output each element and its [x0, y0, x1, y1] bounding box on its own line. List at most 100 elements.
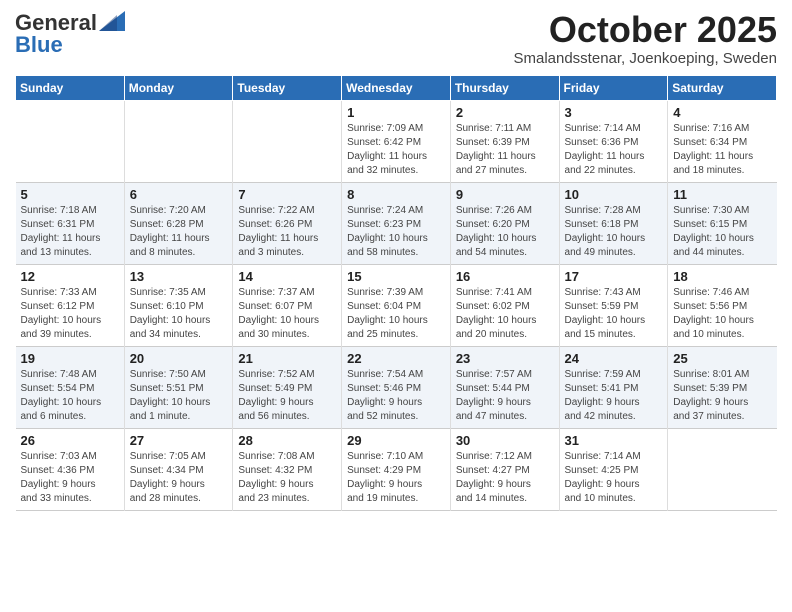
- day-info: Sunrise: 7:08 AM Sunset: 4:32 PM Dayligh…: [238, 450, 336, 506]
- day-number: 18: [673, 269, 771, 284]
- calendar-week-4: 19 Sunrise: 7:48 AM Sunset: 5:54 PM Dayli…: [16, 346, 777, 428]
- calendar-body: 1Sunrise: 7:09 AM Sunset: 6:42 PM Daylig…: [16, 100, 777, 510]
- calendar-week-1: 1Sunrise: 7:09 AM Sunset: 6:42 PM Daylig…: [16, 100, 777, 182]
- day-info: Sunrise: 8:01 AM Sunset: 5:39 PM Dayligh…: [673, 368, 771, 424]
- day-number: 27: [130, 433, 228, 448]
- location: Smalandsstenar, Joenkoeping, Sweden: [513, 50, 777, 67]
- day-number: 16: [456, 269, 554, 284]
- calendar-cell: 22 Sunrise: 7:54 AM Sunset: 5:46 PM Dayli…: [342, 346, 451, 428]
- day-info: Sunrise: 7:33 AM Sunset: 6:12 PM Dayligh…: [21, 286, 119, 342]
- calendar-cell: 3 Sunrise: 7:14 AM Sunset: 6:36 PM Daylig…: [559, 100, 668, 182]
- day-number: 14: [238, 269, 336, 284]
- day-info: Sunrise: 7:43 AM Sunset: 5:59 PM Dayligh…: [565, 286, 663, 342]
- calendar-cell: 9 Sunrise: 7:26 AM Sunset: 6:20 PM Daylig…: [450, 182, 559, 264]
- col-header-thursday: Thursday: [450, 75, 559, 100]
- day-info: Sunrise: 7:05 AM Sunset: 4:34 PM Dayligh…: [130, 450, 228, 506]
- calendar-cell: 29 Sunrise: 7:10 AM Sunset: 4:29 PM Dayli…: [342, 428, 451, 510]
- day-info: Sunrise: 7:59 AM Sunset: 5:41 PM Dayligh…: [565, 368, 663, 424]
- day-number: 2: [456, 105, 554, 120]
- calendar-cell: [668, 428, 777, 510]
- day-number: 12: [21, 269, 119, 284]
- calendar-cell: 8Sunrise: 7:24 AM Sunset: 6:23 PM Daylig…: [342, 182, 451, 264]
- day-number: 7: [238, 187, 336, 202]
- calendar-cell: 28Sunrise: 7:08 AM Sunset: 4:32 PM Dayli…: [233, 428, 342, 510]
- calendar-cell: 1Sunrise: 7:09 AM Sunset: 6:42 PM Daylig…: [342, 100, 451, 182]
- calendar-cell: 4 Sunrise: 7:16 AM Sunset: 6:34 PM Daylig…: [668, 100, 777, 182]
- day-number: 22: [347, 351, 445, 366]
- calendar-cell: 23Sunrise: 7:57 AM Sunset: 5:44 PM Dayli…: [450, 346, 559, 428]
- calendar-cell: 2 Sunrise: 7:11 AM Sunset: 6:39 PM Daylig…: [450, 100, 559, 182]
- calendar-cell: 18Sunrise: 7:46 AM Sunset: 5:56 PM Dayli…: [668, 264, 777, 346]
- calendar-cell: 10 Sunrise: 7:28 AM Sunset: 6:18 PM Dayli…: [559, 182, 668, 264]
- day-number: 25: [673, 351, 771, 366]
- logo-bird-icon: [99, 11, 125, 31]
- day-info: Sunrise: 7:18 AM Sunset: 6:31 PM Dayligh…: [21, 204, 119, 260]
- day-number: 17: [565, 269, 663, 284]
- day-info: Sunrise: 7:26 AM Sunset: 6:20 PM Dayligh…: [456, 204, 554, 260]
- day-info: Sunrise: 7:48 AM Sunset: 5:54 PM Dayligh…: [21, 368, 119, 424]
- day-info: Sunrise: 7:41 AM Sunset: 6:02 PM Dayligh…: [456, 286, 554, 342]
- day-number: 4: [673, 105, 771, 120]
- day-info: Sunrise: 7:16 AM Sunset: 6:34 PM Dayligh…: [673, 122, 771, 178]
- calendar-cell: 26 Sunrise: 7:03 AM Sunset: 4:36 PM Dayli…: [16, 428, 125, 510]
- calendar-cell: 15 Sunrise: 7:39 AM Sunset: 6:04 PM Dayli…: [342, 264, 451, 346]
- day-info: Sunrise: 7:50 AM Sunset: 5:51 PM Dayligh…: [130, 368, 228, 424]
- calendar-cell: 25 Sunrise: 8:01 AM Sunset: 5:39 PM Dayli…: [668, 346, 777, 428]
- day-info: Sunrise: 7:22 AM Sunset: 6:26 PM Dayligh…: [238, 204, 336, 260]
- calendar-cell: 11Sunrise: 7:30 AM Sunset: 6:15 PM Dayli…: [668, 182, 777, 264]
- calendar-cell: 13 Sunrise: 7:35 AM Sunset: 6:10 PM Dayli…: [124, 264, 233, 346]
- day-number: 3: [565, 105, 663, 120]
- day-number: 21: [238, 351, 336, 366]
- calendar-cell: [124, 100, 233, 182]
- day-number: 19: [21, 351, 119, 366]
- calendar-cell: 19 Sunrise: 7:48 AM Sunset: 5:54 PM Dayli…: [16, 346, 125, 428]
- day-info: Sunrise: 7:11 AM Sunset: 6:39 PM Dayligh…: [456, 122, 554, 178]
- calendar-cell: 6Sunrise: 7:20 AM Sunset: 6:28 PM Daylig…: [124, 182, 233, 264]
- calendar-cell: 5Sunrise: 7:18 AM Sunset: 6:31 PM Daylig…: [16, 182, 125, 264]
- col-header-wednesday: Wednesday: [342, 75, 451, 100]
- day-number: 9: [456, 187, 554, 202]
- calendar-cell: 21Sunrise: 7:52 AM Sunset: 5:49 PM Dayli…: [233, 346, 342, 428]
- col-header-sunday: Sunday: [16, 75, 125, 100]
- day-number: 26: [21, 433, 119, 448]
- day-number: 1: [347, 105, 445, 120]
- day-info: Sunrise: 7:30 AM Sunset: 6:15 PM Dayligh…: [673, 204, 771, 260]
- day-info: Sunrise: 7:03 AM Sunset: 4:36 PM Dayligh…: [21, 450, 119, 506]
- day-number: 8: [347, 187, 445, 202]
- day-number: 29: [347, 433, 445, 448]
- day-info: Sunrise: 7:14 AM Sunset: 4:25 PM Dayligh…: [565, 450, 663, 506]
- day-info: Sunrise: 7:20 AM Sunset: 6:28 PM Dayligh…: [130, 204, 228, 260]
- day-number: 13: [130, 269, 228, 284]
- day-info: Sunrise: 7:12 AM Sunset: 4:27 PM Dayligh…: [456, 450, 554, 506]
- calendar-cell: 27 Sunrise: 7:05 AM Sunset: 4:34 PM Dayli…: [124, 428, 233, 510]
- calendar-header-row: SundayMondayTuesdayWednesdayThursdayFrid…: [16, 75, 777, 100]
- day-info: Sunrise: 7:39 AM Sunset: 6:04 PM Dayligh…: [347, 286, 445, 342]
- day-info: Sunrise: 7:57 AM Sunset: 5:44 PM Dayligh…: [456, 368, 554, 424]
- calendar-week-3: 12 Sunrise: 7:33 AM Sunset: 6:12 PM Dayli…: [16, 264, 777, 346]
- calendar-cell: 24Sunrise: 7:59 AM Sunset: 5:41 PM Dayli…: [559, 346, 668, 428]
- day-info: Sunrise: 7:37 AM Sunset: 6:07 PM Dayligh…: [238, 286, 336, 342]
- day-info: Sunrise: 7:54 AM Sunset: 5:46 PM Dayligh…: [347, 368, 445, 424]
- day-info: Sunrise: 7:35 AM Sunset: 6:10 PM Dayligh…: [130, 286, 228, 342]
- calendar-week-5: 26 Sunrise: 7:03 AM Sunset: 4:36 PM Dayli…: [16, 428, 777, 510]
- day-number: 20: [130, 351, 228, 366]
- day-number: 15: [347, 269, 445, 284]
- calendar-cell: 31 Sunrise: 7:14 AM Sunset: 4:25 PM Dayli…: [559, 428, 668, 510]
- day-info: Sunrise: 7:28 AM Sunset: 6:18 PM Dayligh…: [565, 204, 663, 260]
- logo: General Blue: [15, 10, 125, 58]
- calendar-cell: 17 Sunrise: 7:43 AM Sunset: 5:59 PM Dayli…: [559, 264, 668, 346]
- col-header-friday: Friday: [559, 75, 668, 100]
- calendar-table: SundayMondayTuesdayWednesdayThursdayFrid…: [15, 75, 777, 511]
- day-info: Sunrise: 7:14 AM Sunset: 6:36 PM Dayligh…: [565, 122, 663, 178]
- day-number: 30: [456, 433, 554, 448]
- day-number: 31: [565, 433, 663, 448]
- main-container: General Blue October 2025 Smalandsstenar…: [0, 0, 792, 521]
- header: General Blue October 2025 Smalandsstenar…: [15, 10, 777, 67]
- calendar-cell: 20 Sunrise: 7:50 AM Sunset: 5:51 PM Dayli…: [124, 346, 233, 428]
- title-block: October 2025 Smalandsstenar, Joenkoeping…: [513, 10, 777, 67]
- calendar-cell: [233, 100, 342, 182]
- logo-blue: Blue: [15, 32, 63, 58]
- day-number: 10: [565, 187, 663, 202]
- calendar-cell: 16 Sunrise: 7:41 AM Sunset: 6:02 PM Dayli…: [450, 264, 559, 346]
- day-info: Sunrise: 7:10 AM Sunset: 4:29 PM Dayligh…: [347, 450, 445, 506]
